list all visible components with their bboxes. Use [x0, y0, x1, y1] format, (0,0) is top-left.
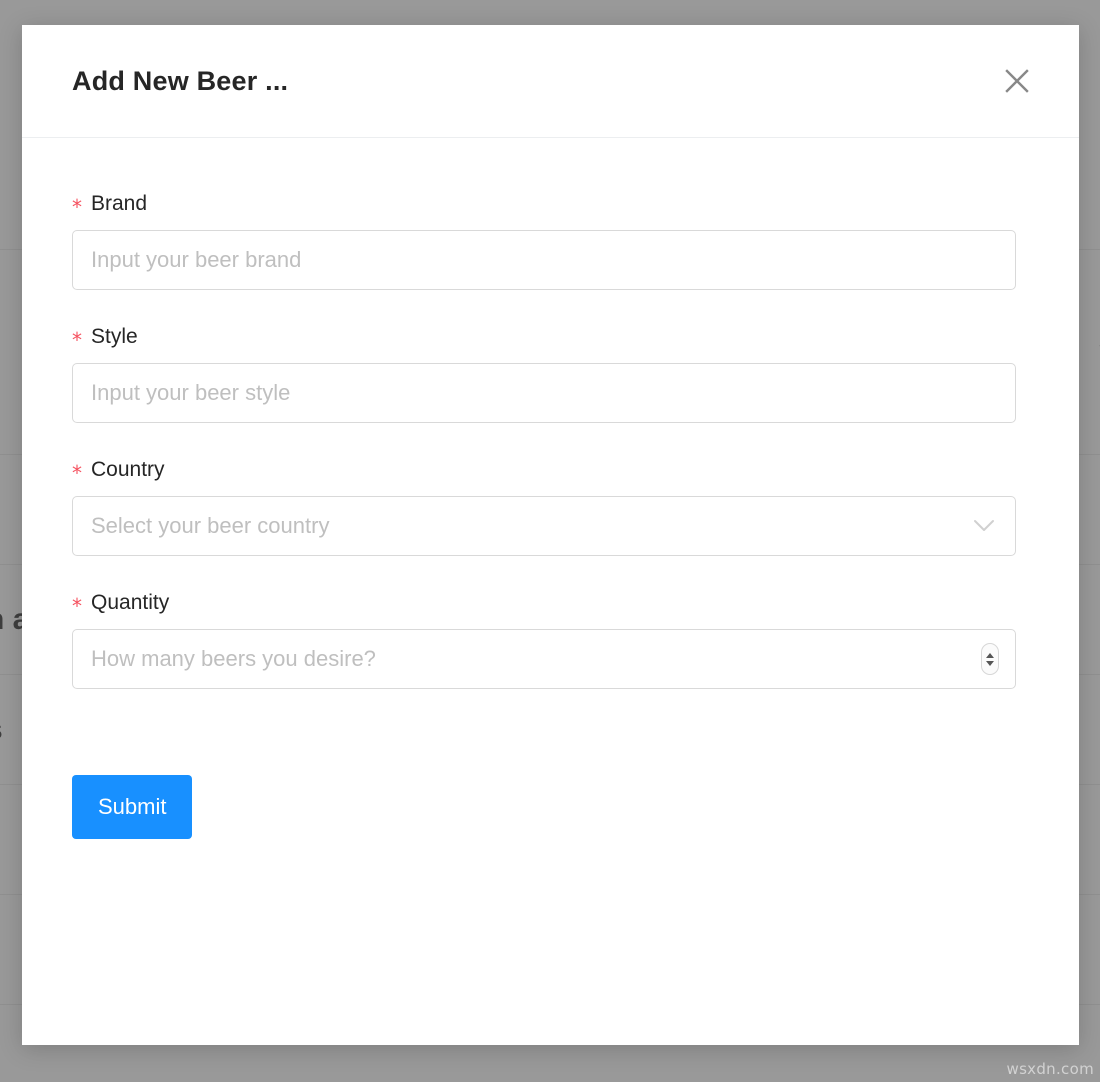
dialog-header: Add New Beer ...	[22, 25, 1079, 138]
quantity-stepper[interactable]	[981, 643, 999, 675]
dialog-body: * Brand Input your beer brand * Style In…	[22, 138, 1079, 1045]
required-asterisk: *	[72, 461, 82, 485]
field-brand: * Brand Input your beer brand	[72, 193, 1029, 290]
field-label-style: * Style	[72, 325, 1029, 352]
chevron-down-icon	[973, 515, 995, 537]
label-text: Quantity	[91, 591, 170, 614]
required-asterisk: *	[72, 195, 82, 219]
required-asterisk: *	[72, 594, 82, 618]
brand-input-placeholder: Input your beer brand	[91, 247, 302, 272]
brand-input-wrapper[interactable]: Input your beer brand	[72, 230, 1016, 290]
country-select[interactable]: Select your beer country	[72, 496, 1016, 556]
label-text: Style	[91, 325, 138, 348]
add-new-beer-dialog: Add New Beer ... * Brand Input your beer…	[22, 25, 1079, 1045]
style-input-placeholder: Input your beer style	[91, 380, 291, 405]
country-select-placeholder: Select your beer country	[91, 513, 330, 538]
field-country: * Country Select your beer country	[72, 459, 1029, 556]
label-text: Country	[91, 458, 165, 481]
field-label-country: * Country	[72, 458, 1029, 485]
label-text: Brand	[91, 192, 148, 215]
close-button[interactable]	[995, 59, 1039, 103]
required-asterisk: *	[72, 328, 82, 352]
field-label-brand: * Brand	[72, 192, 1029, 219]
style-input-wrapper[interactable]: Input your beer style	[72, 363, 1016, 423]
submit-button[interactable]: Submit	[72, 775, 193, 839]
quantity-input-placeholder: How many beers you desire?	[91, 646, 376, 671]
quantity-input-wrapper[interactable]: How many beers you desire?	[72, 629, 1016, 689]
stepper-down-icon[interactable]	[986, 660, 994, 666]
dialog-title: Add New Beer ...	[72, 65, 289, 96]
close-icon	[1004, 68, 1030, 94]
stepper-up-icon[interactable]	[986, 652, 994, 658]
field-quantity: * Quantity How many beers you desire?	[72, 592, 1029, 689]
watermark: wsxdn.com	[1006, 1060, 1094, 1078]
field-label-quantity: * Quantity	[72, 591, 1029, 618]
field-style: * Style Input your beer style	[72, 326, 1029, 423]
